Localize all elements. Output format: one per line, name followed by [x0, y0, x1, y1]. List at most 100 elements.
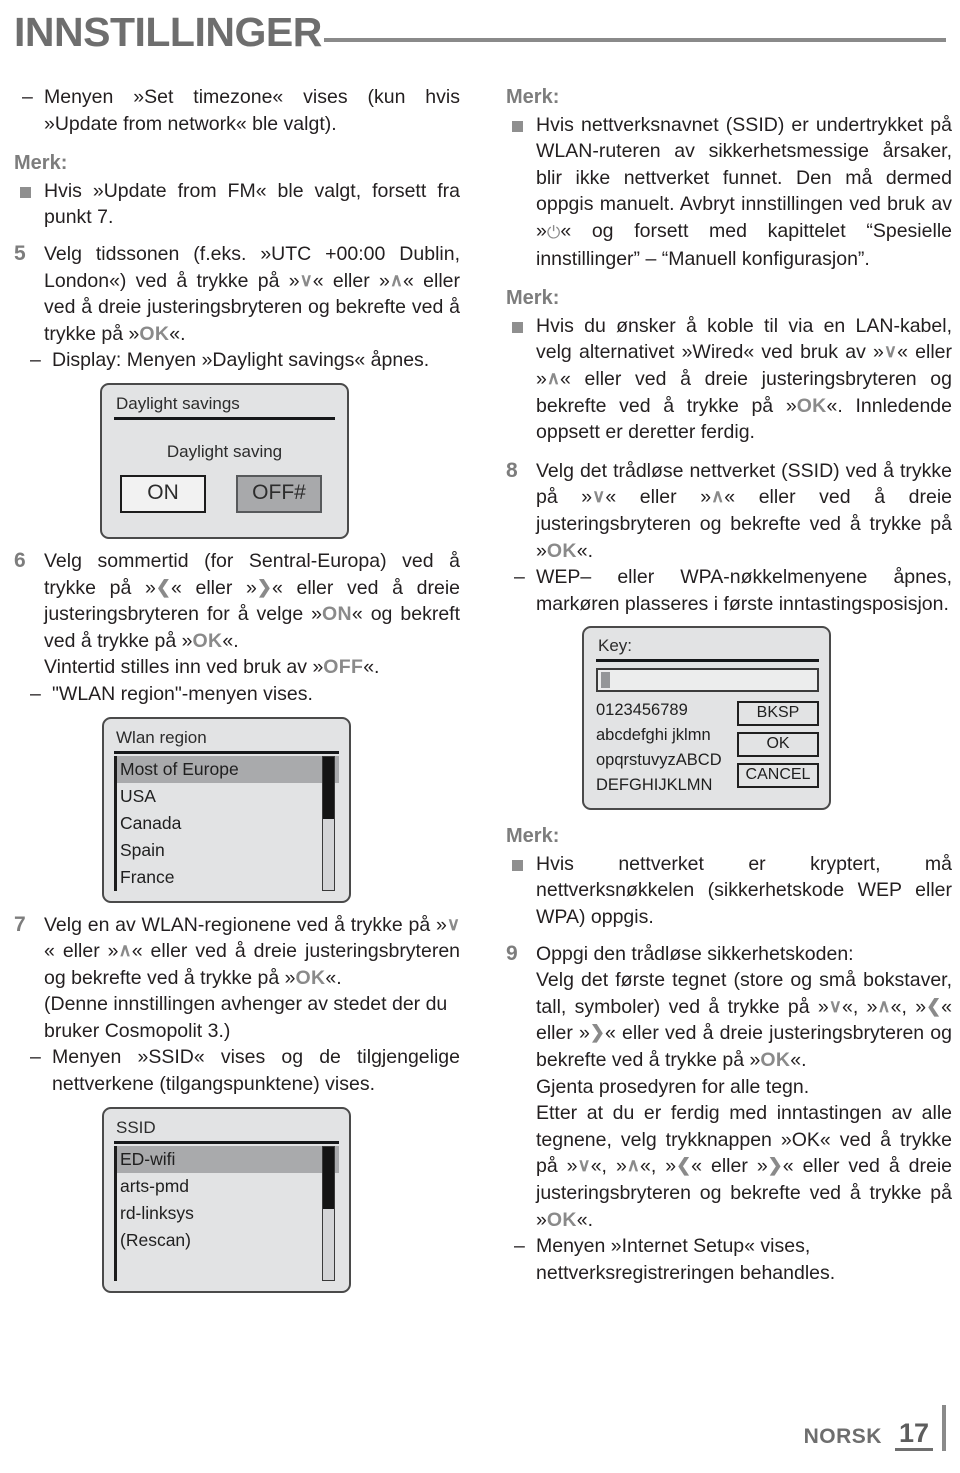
daylight-savings-screen: Daylight savings Daylight saving ON OFF# [100, 382, 349, 539]
step-6-line2: Vintertid stilles inn ved bruk av »OFF«. [14, 654, 460, 681]
square-bullet-icon [512, 120, 523, 132]
scrollbar-thumb[interactable] [323, 756, 334, 819]
step-5-text-d: «. [169, 322, 186, 345]
scrollbar[interactable] [322, 1145, 335, 1281]
list-item[interactable]: arts-pmd [117, 1173, 339, 1200]
step-6: 6 Velg sommertid (for Sentral-Europa) ve… [14, 548, 460, 654]
right-arrow-icon: ❯ [589, 1022, 605, 1043]
list-item[interactable]: USA [117, 783, 339, 810]
square-bullet-icon [512, 859, 523, 871]
step-6-text-b: « eller » [170, 576, 257, 599]
ok-button[interactable]: OK [737, 732, 819, 758]
up-arrow-icon: ∧ [711, 486, 725, 507]
step-5-dash-text: Display: Menyen »Daylight savings« åpnes… [52, 349, 430, 372]
ok-key-label: OK [139, 322, 170, 345]
daylight-screen-title: Daylight savings [116, 393, 240, 413]
step-9-dash-line: – Menyen »Internet Setup« vises, nettver… [506, 1233, 952, 1286]
dash-marker: – [30, 682, 41, 705]
char-row[interactable]: opqrstuvyzABCD [596, 748, 737, 773]
dash-marker: – [514, 566, 525, 589]
down-arrow-icon: ∨ [828, 995, 842, 1016]
step-8-text-d: «. [576, 539, 593, 562]
step-8-text-b: « eller » [605, 486, 712, 509]
note-heading-1: Merk: [14, 152, 68, 175]
down-arrow-icon: ∨ [592, 486, 606, 507]
cancel-button[interactable]: CANCEL [737, 763, 819, 789]
up-arrow-icon: ∧ [118, 940, 132, 961]
up-arrow-icon: ∧ [877, 995, 891, 1016]
wlan-region-list: Most of Europe USA Canada Spain France [114, 755, 339, 891]
char-row[interactable]: abcdefghi jklmn [596, 723, 737, 748]
wlan-region-list-body: Most of Europe USA Canada Spain France [114, 755, 339, 891]
key-input-field[interactable] [596, 668, 819, 693]
scrollbar[interactable] [322, 755, 335, 891]
ok-key-label: OK [546, 539, 577, 562]
scrollbar-thumb[interactable] [323, 1146, 334, 1210]
list-item[interactable]: Spain [117, 837, 339, 864]
step-6-number: 6 [14, 548, 26, 572]
step-9-text-c: «, » [890, 995, 927, 1018]
step-9-line4: Etter at du er ferdig med inntastingen a… [506, 1100, 952, 1233]
dash-marker: – [514, 1235, 525, 1258]
square-bullet-icon [512, 321, 523, 333]
left-arrow-icon: ❮ [155, 576, 171, 597]
char-row[interactable]: 0123456789 [596, 698, 737, 723]
ssid-screen: SSID ED-wifi arts-pmd rd-linksys (Rescan… [102, 1106, 351, 1293]
note-bullet-right-2: Hvis du ønsker å koble til via en LAN-ka… [506, 313, 952, 446]
dash-marker: – [30, 349, 41, 372]
step-8-dash-line: – WEP– eller WPA-nøkkelmenyene åpnes, ma… [506, 564, 952, 617]
step-7-line2: (Denne innstillingen avhenger av stedet … [44, 993, 448, 1042]
power-icon: ⏻ [546, 222, 561, 242]
ok-key-label: OK [192, 629, 223, 652]
step-9-line3: Gjenta prosedyren for alle tegn. [536, 1075, 810, 1098]
ok-key-label: OK [760, 1049, 791, 1072]
footer-rule [942, 1405, 946, 1451]
ssid-list: ED-wifi arts-pmd rd-linksys (Rescan) [114, 1145, 339, 1281]
left-arrow-icon: ❮ [926, 995, 942, 1016]
step-9-line1: Oppgi den trådløse sikkerhetskoden: [536, 942, 854, 965]
step-7-dash-line: – Menyen »SSID« vises og de tilgjengelig… [14, 1044, 460, 1097]
step-8-dash-text: WEP– eller WPA-nøkkelmenyene åpnes, mark… [536, 566, 952, 615]
step-6-dash-line: – "WLAN region"-menyen vises. [14, 681, 460, 708]
step-5-dash-line: – Display: Menyen »Daylight savings« åpn… [14, 347, 460, 374]
step-9-line2: Velg det første tegnet (store og små bok… [506, 967, 952, 1073]
up-arrow-icon: ∧ [626, 1155, 640, 1176]
step-9-text-f: «. [790, 1049, 807, 1072]
backspace-button[interactable]: BKSP [737, 701, 819, 727]
step-9-dash-text: Menyen »Internet Setup« vises, nettverks… [536, 1235, 836, 1284]
wlan-region-screen-title: Wlan region [116, 727, 207, 747]
daylight-off-button[interactable]: OFF# [236, 474, 322, 513]
list-item[interactable]: France [117, 864, 339, 891]
list-item[interactable]: ED-wifi [117, 1145, 339, 1173]
step-6-dash-text: "WLAN region"-menyen vises. [52, 682, 313, 705]
screen-divider [114, 750, 339, 754]
right-column: Merk: Hvis nettverksnavnet (SSID) er und… [506, 84, 952, 1286]
ok-key-label: OK [295, 966, 326, 989]
step-9-line4-b: «, » [590, 1155, 627, 1178]
list-item[interactable]: Most of Europe [117, 755, 339, 783]
intro-dash-item: – Menyen »Set timezone« vises (kun hvis … [14, 84, 460, 137]
daylight-subtitle: Daylight saving [166, 441, 283, 461]
list-item[interactable]: rd-linksys [117, 1200, 339, 1227]
step-9-text-b: «, » [841, 995, 878, 1018]
square-bullet-icon [20, 186, 31, 198]
header-rule [323, 38, 946, 42]
screen-divider [596, 659, 819, 663]
page-number: 17 [894, 1419, 933, 1451]
step-5: 5 Velg tidssonen (f.eks. »UTC +00:00 Dub… [14, 241, 460, 347]
step-7-number: 7 [14, 912, 26, 936]
step-6-line2-a: Vintertid stilles inn ved bruk av » [44, 656, 324, 679]
list-item[interactable]: (Rescan) [117, 1227, 339, 1254]
key-screen-body: 0123456789 abcdefghi jklmn opqrstuvyzABC… [596, 698, 819, 798]
list-item[interactable]: Canada [117, 810, 339, 837]
daylight-on-button[interactable]: ON [120, 474, 206, 513]
step-8: 8 Velg det trådløse nettverket (SSID) ve… [506, 458, 952, 564]
right-arrow-icon: ❯ [767, 1155, 783, 1176]
document-page: INNSTILLINGER – Menyen »Set timezone« vi… [0, 0, 960, 1473]
dash-marker: – [30, 1046, 41, 1069]
char-row[interactable]: DEFGHIJKLMN [596, 773, 737, 798]
page-header: INNSTILLINGER [14, 4, 946, 60]
screen-divider [114, 416, 335, 420]
up-arrow-icon: ∧ [546, 367, 561, 388]
footer-language: NORSK [803, 1425, 882, 1448]
